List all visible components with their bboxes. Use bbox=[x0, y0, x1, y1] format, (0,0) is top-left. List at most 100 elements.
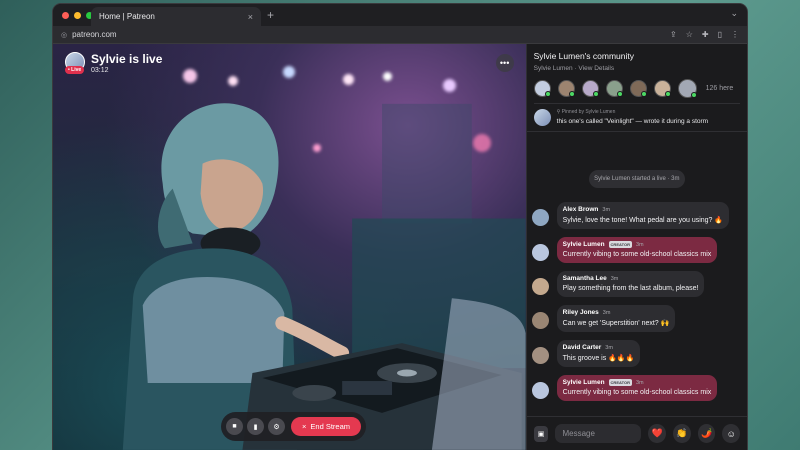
live-started-notice: Sylvie Lumen started a live · 3m bbox=[588, 170, 685, 188]
avatar[interactable] bbox=[531, 209, 549, 226]
message-input[interactable] bbox=[555, 424, 642, 443]
new-tab-button[interactable]: + bbox=[267, 8, 274, 22]
add-reaction-icon[interactable]: ☺ bbox=[722, 424, 740, 443]
chat-message[interactable]: Riley Jones 3m Can we get 'Superstition' n… bbox=[531, 305, 742, 332]
message-text: Currently vibing to some old-school clas… bbox=[562, 389, 712, 396]
tab-title: Home | Patreon bbox=[99, 12, 155, 21]
message-header: Sylvie Lumen CREATOR 3m bbox=[563, 379, 712, 386]
avatar[interactable] bbox=[531, 382, 549, 399]
stream-elapsed-time: 03:12 bbox=[91, 67, 109, 74]
message-text: This groove is 🔥🔥🔥 bbox=[562, 355, 635, 362]
share-icon[interactable]: ⇪ bbox=[670, 30, 677, 39]
creator-badge: CREATOR bbox=[608, 241, 632, 248]
chat-message[interactable]: David Carter 3m This groove is 🔥🔥🔥 bbox=[531, 340, 742, 367]
pinned-message[interactable]: ⚲ Pinned by Sylvie Lumen this one's call… bbox=[526, 104, 747, 132]
avatar[interactable] bbox=[531, 244, 549, 261]
pinned-meta: ⚲ Pinned by Sylvie Lumen bbox=[557, 109, 708, 115]
message-list: Alex Brown 3m Sylvie, love the tone! What … bbox=[527, 188, 747, 401]
menu-icon[interactable]: ⋮ bbox=[731, 30, 739, 39]
browser-tab[interactable]: Home | Patreon × bbox=[91, 7, 261, 26]
viewer-avatar[interactable] bbox=[629, 80, 647, 97]
host-text: Sylvie is live 03:12 bbox=[91, 52, 162, 74]
address-bar[interactable]: ◎ patreon.com ⇪ ☆ ✚ ▯ ⋮ bbox=[53, 26, 747, 44]
message-time: 3m bbox=[605, 344, 613, 351]
author-name[interactable]: Sylvie Lumen bbox=[563, 241, 605, 248]
host-avatar-wrap: • Live bbox=[65, 52, 85, 74]
message-time: 3m bbox=[602, 309, 611, 316]
message-composer: ▣ ❤️ 👏 🌶️ ☺ bbox=[526, 416, 747, 450]
viewer-avatar[interactable] bbox=[605, 80, 623, 97]
creator-badge: CREATOR bbox=[608, 379, 632, 386]
viewer-list: 126 here bbox=[533, 79, 740, 104]
window-controls bbox=[62, 11, 93, 19]
avatar bbox=[533, 109, 551, 126]
chat-message[interactable]: Samantha Lee 3m Play something from the la… bbox=[531, 271, 742, 297]
more-options-button[interactable]: ••• bbox=[495, 54, 514, 72]
site-info-icon[interactable]: ◎ bbox=[61, 31, 67, 39]
message-header: Riley Jones 3m bbox=[563, 309, 670, 316]
message-bubble: Riley Jones 3m Can we get 'Superstition' n… bbox=[556, 305, 676, 332]
extensions-icon[interactable]: ✚ bbox=[702, 30, 709, 39]
viewer-count[interactable]: 126 here bbox=[706, 85, 734, 92]
end-stream-label: End Stream bbox=[310, 422, 350, 431]
avatar[interactable] bbox=[531, 312, 549, 329]
close-window-button[interactable] bbox=[62, 11, 69, 19]
author-name[interactable]: Sylvie Lumen bbox=[563, 379, 605, 386]
chevron-down-icon[interactable]: ⌄ bbox=[730, 8, 738, 19]
message-time: 3m bbox=[635, 241, 644, 248]
minimize-window-button[interactable] bbox=[74, 11, 81, 19]
message-text: Can we get 'Superstition' next? 🙌 bbox=[562, 320, 670, 327]
message-text: Currently vibing to some old-school clas… bbox=[562, 251, 712, 258]
mic-icon[interactable]: ▮ bbox=[247, 418, 264, 435]
message-bubble: Alex Brown 3m Sylvie, love the tone! What … bbox=[556, 202, 730, 229]
avatar[interactable] bbox=[531, 278, 549, 295]
chat-panel: Sylvie Lumen's community Sylvie Lumen · … bbox=[525, 44, 747, 450]
message-time: 3m bbox=[602, 206, 611, 213]
message-bubble: Sylvie Lumen CREATOR 3m Currently vibing to… bbox=[556, 375, 718, 401]
viewer-avatar[interactable] bbox=[533, 80, 551, 97]
browser-window: Home | Patreon × + ⌄ ◎ patreon.com ⇪ ☆ ✚… bbox=[52, 3, 748, 450]
close-icon: × bbox=[302, 422, 307, 431]
dj-scene-illustration bbox=[122, 103, 526, 450]
heart-reaction-button[interactable]: ❤️ bbox=[648, 424, 667, 443]
message-text: Sylvie, love the tone! What pedal are yo… bbox=[562, 217, 724, 224]
author-name[interactable]: Samantha Lee bbox=[563, 275, 607, 282]
image-upload-icon[interactable]: ▣ bbox=[533, 425, 549, 442]
message-bubble: Sylvie Lumen CREATOR 3m Currently vibing to… bbox=[556, 237, 718, 263]
avatar[interactable] bbox=[531, 347, 549, 364]
viewer-avatar[interactable] bbox=[581, 80, 599, 97]
author-name[interactable]: Alex Brown bbox=[563, 206, 599, 213]
community-subtitle[interactable]: Sylvie Lumen · View Details bbox=[534, 65, 740, 72]
pinned-meta-text: Pinned by Sylvie Lumen bbox=[561, 109, 616, 115]
page-content: • Live Sylvie is live 03:12 ••• ■ ▮ ⚙ × … bbox=[53, 44, 747, 450]
message-header: David Carter 3m bbox=[563, 344, 635, 351]
viewer-avatar[interactable] bbox=[677, 79, 697, 98]
viewer-avatar[interactable] bbox=[653, 80, 671, 97]
live-video[interactable]: • Live Sylvie is live 03:12 ••• ■ ▮ ⚙ × … bbox=[53, 44, 526, 450]
message-bubble: Samantha Lee 3m Play something from the la… bbox=[556, 271, 705, 297]
message-bubble: David Carter 3m This groove is 🔥🔥🔥 bbox=[556, 340, 641, 367]
end-stream-button[interactable]: × End Stream bbox=[291, 417, 361, 436]
live-badge: • Live bbox=[65, 66, 85, 74]
url-text[interactable]: patreon.com bbox=[72, 30, 661, 39]
community-title: Sylvie Lumen's community bbox=[533, 51, 634, 61]
viewer-avatar[interactable] bbox=[557, 80, 575, 97]
message-time: 3m bbox=[635, 379, 644, 386]
tab-close-icon[interactable]: × bbox=[248, 12, 253, 22]
clap-reaction-button[interactable]: 👏 bbox=[673, 424, 691, 443]
host-name: Sylvie is live bbox=[91, 52, 163, 66]
pinned-text: this one's called "Veinlight" — wrote it… bbox=[556, 118, 709, 125]
chat-message[interactable]: Alex Brown 3m Sylvie, love the tone! What … bbox=[531, 202, 742, 229]
message-header: Sylvie Lumen CREATOR 3m bbox=[563, 241, 712, 248]
author-name[interactable]: David Carter bbox=[563, 344, 602, 351]
tab-bar: Home | Patreon × + ⌄ bbox=[53, 4, 747, 26]
bookmark-star-icon[interactable]: ☆ bbox=[686, 30, 693, 39]
camera-icon[interactable]: ■ bbox=[226, 418, 243, 435]
sidebar-icon[interactable]: ▯ bbox=[718, 30, 722, 39]
chat-message[interactable]: Sylvie Lumen CREATOR 3m Currently vibing to… bbox=[531, 237, 742, 263]
message-header: Alex Brown 3m bbox=[563, 206, 723, 213]
chat-message[interactable]: Sylvie Lumen CREATOR 3m Currently vibing to… bbox=[531, 375, 742, 401]
settings-icon[interactable]: ⚙ bbox=[268, 418, 285, 435]
chili-reaction-button[interactable]: 🌶️ bbox=[697, 424, 716, 443]
author-name[interactable]: Riley Jones bbox=[563, 309, 599, 316]
